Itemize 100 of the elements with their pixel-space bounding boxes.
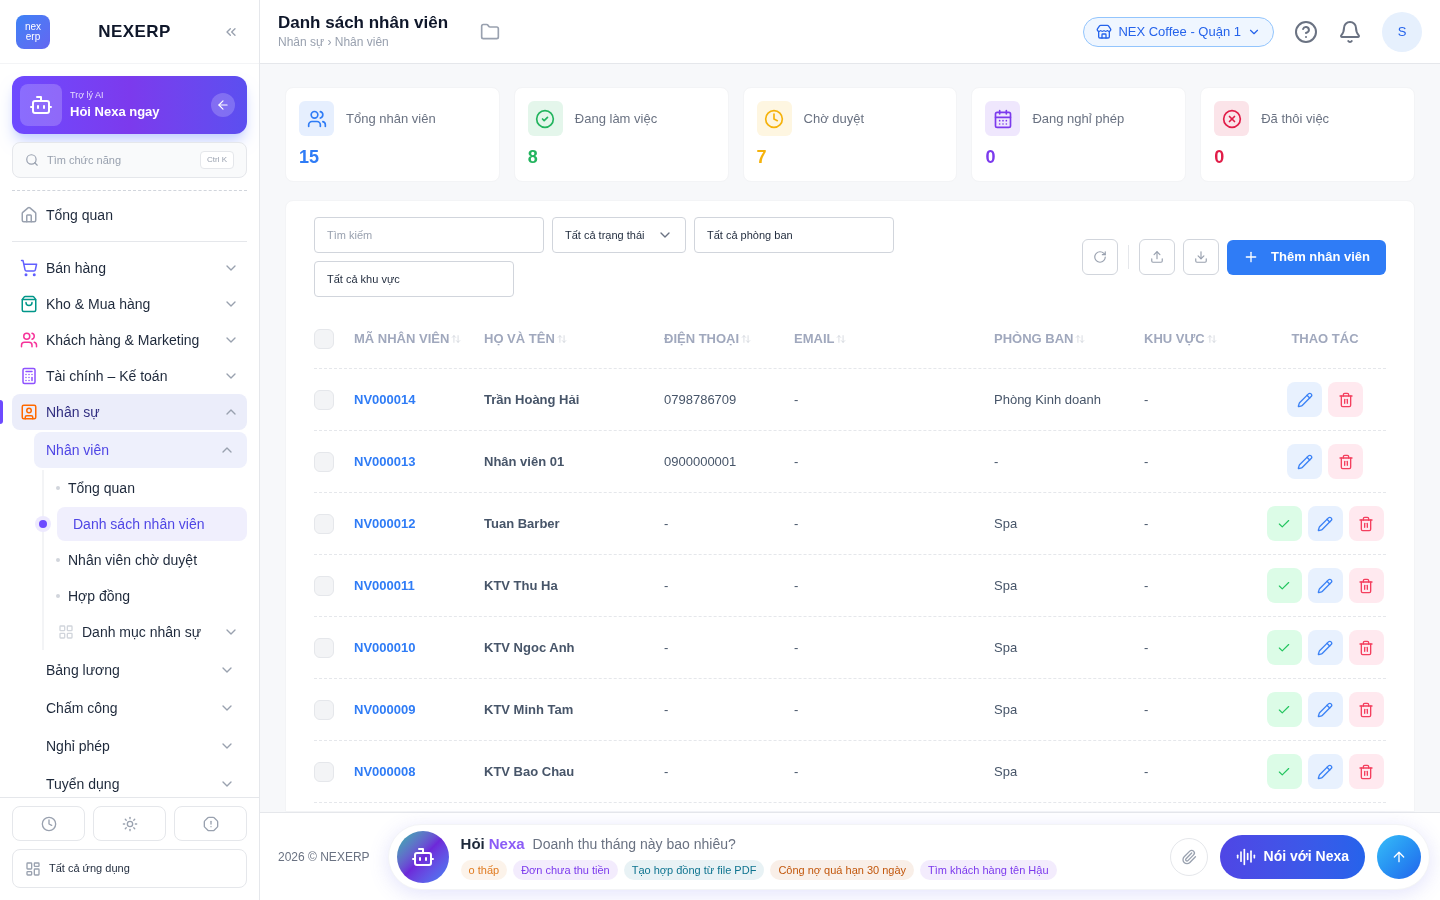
employee-code-link[interactable]: NV000010 [354, 637, 484, 658]
delete-button[interactable] [1348, 754, 1384, 789]
table-cell-text: Spa [994, 514, 1019, 533]
stat-value: 8 [527, 146, 539, 169]
edit-button[interactable] [1307, 754, 1343, 789]
edit-button[interactable] [1307, 630, 1343, 665]
row-checkbox[interactable] [314, 389, 334, 410]
nav-subitem[interactable]: Chấm công [34, 690, 247, 726]
nav-link[interactable]: Tổng quan [60, 471, 247, 505]
nav-item[interactable]: Tài chính – Kế toán [12, 358, 247, 394]
employee-code-link[interactable]: NV000014 [354, 389, 484, 410]
table-cell-text: Spa [994, 700, 1019, 719]
theme-button[interactable] [93, 806, 166, 841]
search-field[interactable]: Tìm kiếm [314, 217, 544, 253]
ai-assistant-card[interactable]: Trợ lý AI Hỏi Nexa ngay [12, 76, 247, 134]
delete-button[interactable] [1348, 506, 1384, 541]
table-cell-text: Trần Hoàng Hải [484, 390, 581, 409]
all-apps-button[interactable]: Tất cả ứng dụng [12, 849, 247, 888]
row-checkbox[interactable] [314, 575, 334, 596]
nexa-question-input[interactable]: Doanh thu tháng này bao nhiêu? [532, 834, 1158, 855]
approve-button[interactable] [1266, 568, 1302, 603]
add-employee-button[interactable]: Thêm nhân viên [1227, 239, 1386, 275]
row-checkbox[interactable] [314, 637, 334, 658]
delete-button[interactable] [1348, 630, 1384, 665]
table-cell-text: KTV Ngoc Anh [484, 638, 576, 657]
table-cell-text: - [664, 762, 670, 781]
nav-item[interactable]: Tổng quan [12, 197, 247, 233]
voice-button[interactable]: Nói với Nexa [1219, 834, 1365, 879]
pencil-icon [1296, 391, 1313, 408]
nav-link[interactable]: Hợp đồng [60, 579, 247, 613]
nav-subitem[interactable]: Nghỉ phép [34, 728, 247, 764]
sort-icon [1206, 333, 1217, 344]
suggestion-chip[interactable]: Tìm khách hàng tên Hậu [920, 859, 1057, 880]
edit-button[interactable] [1307, 692, 1343, 727]
edit-button[interactable] [1287, 382, 1322, 417]
nav-subitem[interactable]: Tuyển dụng [34, 766, 247, 797]
nav-item[interactable]: Nhân sự [12, 394, 247, 430]
department-select[interactable]: Tất cả phòng ban [694, 217, 894, 253]
edit-button[interactable] [1307, 568, 1343, 603]
nav-link[interactable]: Danh sách nhân viên [57, 507, 247, 541]
row-checkbox[interactable] [314, 513, 334, 534]
suggestion-chip[interactable]: Công nợ quá hạn 30 ngày [770, 859, 915, 880]
employee-code-link[interactable]: NV000009 [354, 699, 484, 720]
folder-icon[interactable] [480, 21, 501, 42]
approve-button[interactable] [1266, 754, 1302, 789]
nav-subitem[interactable]: Bảng lương [34, 652, 247, 688]
row-checkbox[interactable] [314, 451, 334, 472]
trash-icon [1358, 515, 1374, 532]
history-button[interactable] [12, 806, 85, 841]
nav-subitem[interactable]: Danh mục nhân sự [50, 614, 247, 650]
approve-button[interactable] [1266, 630, 1302, 665]
send-button[interactable] [1377, 834, 1421, 879]
suggestion-chip[interactable]: Đơn chưa thu tiền [513, 859, 618, 880]
refresh-button[interactable] [1082, 239, 1119, 275]
suggestion-chip[interactable]: o thấp [460, 859, 508, 880]
status-select[interactable]: Tất cả trạng thái [552, 217, 686, 253]
user-avatar[interactable]: S [1382, 11, 1422, 52]
ai-title: Hỏi Nexa ngay [70, 103, 161, 121]
edit-button[interactable] [1307, 506, 1343, 541]
approve-button[interactable] [1266, 506, 1302, 541]
alert-icon [202, 815, 219, 832]
function-search-input[interactable]: Tìm chức năng [47, 151, 192, 169]
download-icon [1194, 250, 1209, 264]
row-checkbox[interactable] [314, 761, 334, 782]
alert-button[interactable] [174, 806, 247, 841]
table-cell-text: - [1144, 762, 1150, 781]
page-title: Danh sách nhân viên [278, 11, 449, 34]
nav-item[interactable]: Khách hàng & Marketing [12, 322, 247, 358]
nav-item[interactable]: Bán hàng [12, 250, 247, 286]
employee-code-link[interactable]: NV000013 [354, 451, 484, 472]
edit-button[interactable] [1287, 444, 1322, 479]
row-checkbox[interactable] [314, 328, 334, 349]
delete-button[interactable] [1348, 692, 1384, 727]
nav-subitem[interactable]: Nhân viên [34, 432, 247, 468]
upload-button[interactable] [1139, 239, 1176, 275]
download-button[interactable] [1183, 239, 1220, 275]
column-header: THAO TÁC [1290, 329, 1360, 348]
stat-label: Đã thôi việc [1261, 109, 1330, 128]
pencil-icon [1317, 577, 1333, 594]
employee-code-link[interactable]: NV000012 [354, 513, 484, 534]
row-checkbox[interactable] [314, 699, 334, 720]
help-icon[interactable] [1294, 19, 1318, 44]
store-icon [1096, 23, 1113, 40]
sort-icon [836, 333, 847, 344]
employee-code-link[interactable]: NV000008 [354, 761, 484, 782]
function-search-field[interactable]: Tìm chức năng Ctrl K [12, 142, 247, 178]
table-cell-text: - [664, 700, 670, 719]
notification-icon[interactable] [1338, 19, 1362, 44]
table-cell-text: Spa [994, 638, 1019, 657]
delete-button[interactable] [1328, 382, 1363, 417]
employee-code-link[interactable]: NV000011 [354, 575, 484, 596]
store-selector[interactable]: NEX Coffee - Quận 1 [1083, 16, 1274, 47]
delete-button[interactable] [1348, 568, 1384, 603]
delete-button[interactable] [1328, 444, 1363, 479]
approve-button[interactable] [1266, 692, 1302, 727]
region-select[interactable]: Tất cả khu vực [314, 261, 514, 297]
suggestion-chip[interactable]: Tạo hợp đồng từ file PDF [623, 859, 765, 880]
table-cell-text: - [1144, 452, 1150, 471]
nav-item[interactable]: Kho & Mua hàng [12, 286, 247, 322]
nav-link[interactable]: Nhân viên chờ duyệt [60, 543, 247, 577]
